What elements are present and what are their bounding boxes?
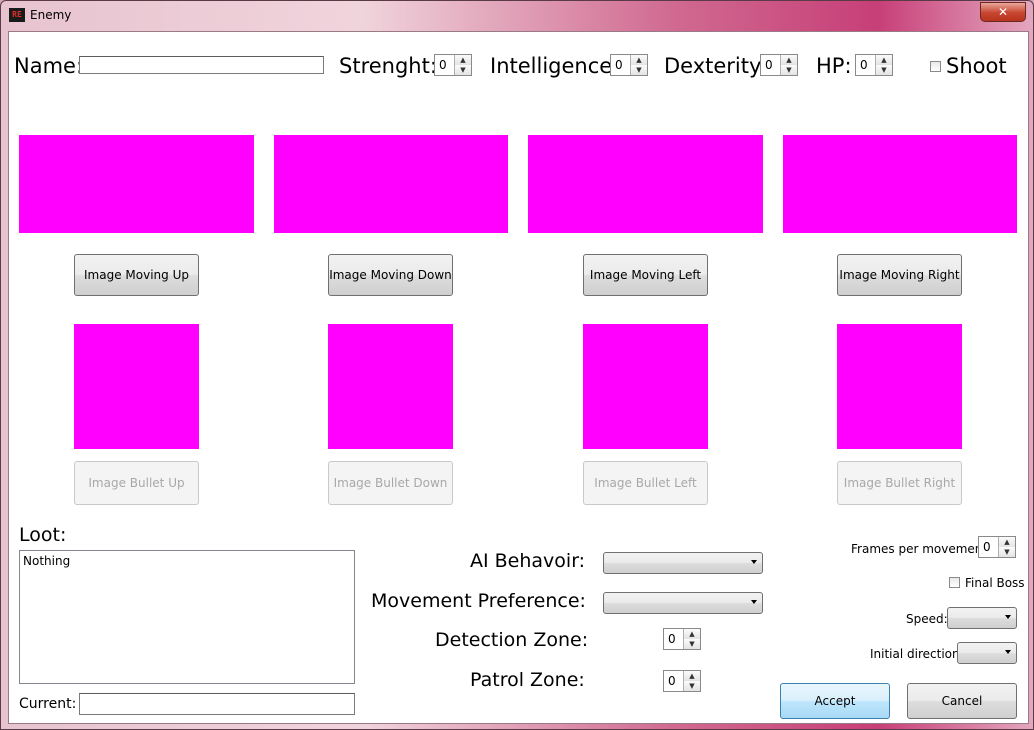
hp-value: 0 (860, 58, 868, 72)
dexterity-value: 0 (765, 58, 773, 72)
image-bullet-right-preview (837, 324, 962, 449)
movement-preference-dropdown-icon (751, 600, 757, 604)
intelligence-down-arrow-icon[interactable]: ▼ (631, 65, 647, 75)
shoot-label: Shoot (946, 54, 1007, 78)
movement-preference-select[interactable] (603, 592, 763, 614)
strength-stepper[interactable]: 0 ▲ ▼ (434, 54, 472, 76)
image-moving-up-button[interactable]: Image Moving Up (74, 254, 199, 296)
shoot-checkbox[interactable] (930, 61, 941, 72)
strength-label: Strenght: (339, 54, 437, 78)
initial-direction-dropdown-icon (1005, 650, 1011, 654)
image-bullet-up-button[interactable]: Image Bullet Up (74, 461, 199, 505)
movement-preference-label: Movement Preference: (371, 590, 586, 612)
detection-zone-label: Detection Zone: (435, 629, 589, 651)
detection-down-arrow-icon[interactable]: ▼ (684, 639, 700, 649)
speed-select[interactable] (947, 607, 1017, 629)
image-bullet-right-button[interactable]: Image Bullet Right (837, 461, 962, 505)
ai-behavior-select[interactable] (603, 552, 763, 574)
dialog-body: Name: Strenght: 0 ▲ ▼ Intelligence: 0 ▲ ▼ … (8, 31, 1029, 724)
frames-per-movement-stepper[interactable]: 0 ▲ ▼ (978, 536, 1016, 558)
loot-label: Loot: (19, 524, 67, 546)
final-boss-checkbox[interactable] (949, 577, 960, 588)
detection-zone-value: 0 (668, 632, 676, 646)
detection-zone-stepper[interactable]: 0 ▲ ▼ (663, 628, 701, 650)
image-moving-left-preview (528, 135, 763, 233)
hp-down-arrow-icon[interactable]: ▼ (876, 65, 892, 75)
dexterity-down-arrow-icon[interactable]: ▼ (781, 65, 797, 75)
name-label: Name: (14, 54, 84, 78)
strength-down-arrow-icon[interactable]: ▼ (455, 65, 471, 75)
close-button[interactable]: ✕ (980, 2, 1026, 22)
ai-behavior-label: AI Behavoir: (470, 550, 586, 572)
patrol-zone-label: Patrol Zone: (470, 669, 585, 691)
title-bar[interactable]: RE Enemy ✕ (1, 1, 1033, 31)
ai-behavior-dropdown-icon (751, 560, 757, 564)
image-moving-down-preview (274, 135, 508, 233)
image-bullet-down-preview (328, 324, 453, 449)
hp-stepper[interactable]: 0 ▲ ▼ (855, 54, 893, 76)
final-boss-label: Final Boss (965, 576, 1025, 590)
patrol-down-arrow-icon[interactable]: ▼ (684, 681, 700, 691)
image-moving-left-button[interactable]: Image Moving Left (583, 254, 708, 296)
dexterity-label: Dexterity: (664, 54, 767, 78)
loot-list-item[interactable]: Nothing (23, 554, 70, 568)
current-input[interactable] (79, 693, 355, 715)
dexterity-stepper[interactable]: 0 ▲ ▼ (760, 54, 798, 76)
image-bullet-left-button[interactable]: Image Bullet Left (583, 461, 708, 505)
initial-direction-select[interactable] (957, 642, 1017, 664)
image-moving-down-button[interactable]: Image Moving Down (328, 254, 453, 296)
name-input[interactable] (79, 56, 324, 74)
app-icon: RE (9, 8, 25, 22)
speed-label: Speed: (906, 612, 948, 626)
patrol-zone-stepper[interactable]: 0 ▲ ▼ (663, 670, 701, 692)
intelligence-label: Intelligence: (490, 54, 620, 78)
current-label: Current: (19, 696, 77, 712)
intelligence-stepper[interactable]: 0 ▲ ▼ (610, 54, 648, 76)
accept-button[interactable]: Accept (780, 683, 890, 719)
frames-per-movement-label: Frames per movement: (851, 542, 992, 556)
loot-list[interactable]: Nothing (19, 550, 355, 684)
window-title: Enemy (30, 8, 72, 22)
hp-label: HP: (816, 54, 852, 78)
strength-value: 0 (439, 58, 447, 72)
window-frame: RE Enemy ✕ Name: Strenght: 0 ▲ ▼ Intellig… (0, 0, 1034, 730)
image-moving-right-preview (783, 135, 1017, 233)
image-bullet-up-preview (74, 324, 199, 449)
image-moving-right-button[interactable]: Image Moving Right (837, 254, 962, 296)
image-moving-up-preview (19, 135, 254, 233)
image-bullet-left-preview (583, 324, 708, 449)
cancel-button[interactable]: Cancel (907, 683, 1017, 719)
image-bullet-down-button[interactable]: Image Bullet Down (328, 461, 453, 505)
intelligence-value: 0 (615, 58, 623, 72)
initial-direction-label: Initial direction: (870, 647, 964, 661)
frames-down-arrow-icon[interactable]: ▼ (999, 547, 1015, 557)
frames-per-movement-value: 0 (983, 540, 991, 554)
patrol-zone-value: 0 (668, 674, 676, 688)
speed-dropdown-icon (1005, 615, 1011, 619)
